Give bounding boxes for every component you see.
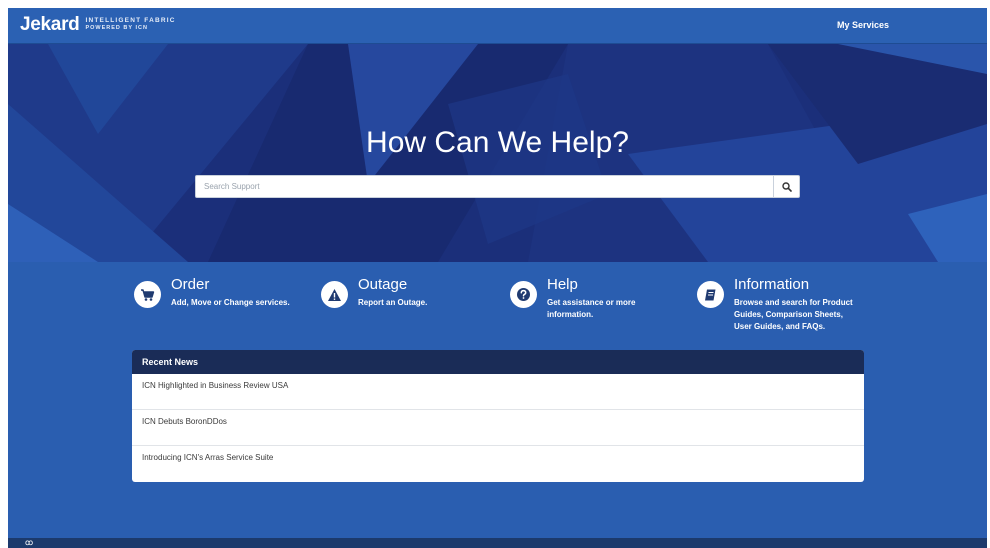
search-button[interactable]	[773, 176, 799, 197]
search-input[interactable]	[196, 176, 773, 197]
app-frame: Jekard INTELLIGENT FABRIC POWERED BY ICN…	[8, 8, 987, 548]
feature-help-title: Help	[547, 276, 578, 293]
brand-subtitle: INTELLIGENT FABRIC POWERED BY ICN	[85, 17, 175, 32]
feature-help-description: Get assistance or more information.	[547, 298, 636, 319]
feature-help[interactable]: Help Get assistance or more information.	[510, 276, 647, 321]
feature-outage-description: Report an Outage.	[358, 298, 428, 307]
feature-information-description: Browse and search for Product Guides, Co…	[734, 298, 853, 331]
news-item[interactable]: ICN Highlighted in Business Review USA	[132, 374, 864, 410]
brand-tagline: INTELLIGENT FABRIC	[85, 17, 176, 24]
recent-news-header: Recent News	[132, 350, 864, 374]
footer-logo-icon: ꝏ	[25, 538, 34, 547]
search-bar	[195, 175, 800, 198]
cart-icon	[134, 281, 161, 308]
my-services-link[interactable]: My Services	[837, 20, 889, 30]
feature-outage[interactable]: Outage Report an Outage.	[321, 276, 468, 309]
recent-news-panel: Recent News ICN Highlighted in Business …	[132, 350, 864, 482]
warning-icon	[321, 281, 348, 308]
feature-information-title: Information	[734, 276, 810, 293]
brand-powered-by: POWERED BY ICN	[85, 25, 148, 31]
hero-banner: How Can We Help?	[8, 44, 987, 262]
feature-links: Order Add, Move or Change services. Outa…	[8, 262, 987, 352]
search-icon	[781, 181, 792, 192]
feature-information[interactable]: Information Browse and search for Produc…	[697, 276, 859, 333]
question-icon	[510, 281, 537, 308]
hero-title: How Can We Help?	[366, 126, 629, 159]
footer-bar: ꝏ	[8, 538, 987, 548]
feature-order-title: Order	[171, 276, 210, 293]
news-item[interactable]: ICN Debuts BoronDDos	[132, 410, 864, 446]
feature-order[interactable]: Order Add, Move or Change services.	[134, 276, 301, 309]
brand-logo[interactable]: Jekard INTELLIGENT FABRIC POWERED BY ICN	[20, 15, 176, 35]
feature-outage-title: Outage	[358, 276, 408, 293]
top-nav-bar: Jekard INTELLIGENT FABRIC POWERED BY ICN…	[8, 8, 987, 44]
book-icon	[697, 281, 724, 308]
news-item[interactable]: Introducing ICN's Arras Service Suite	[132, 446, 864, 482]
feature-order-description: Add, Move or Change services.	[171, 298, 290, 307]
brand-name: Jekard	[20, 14, 80, 35]
